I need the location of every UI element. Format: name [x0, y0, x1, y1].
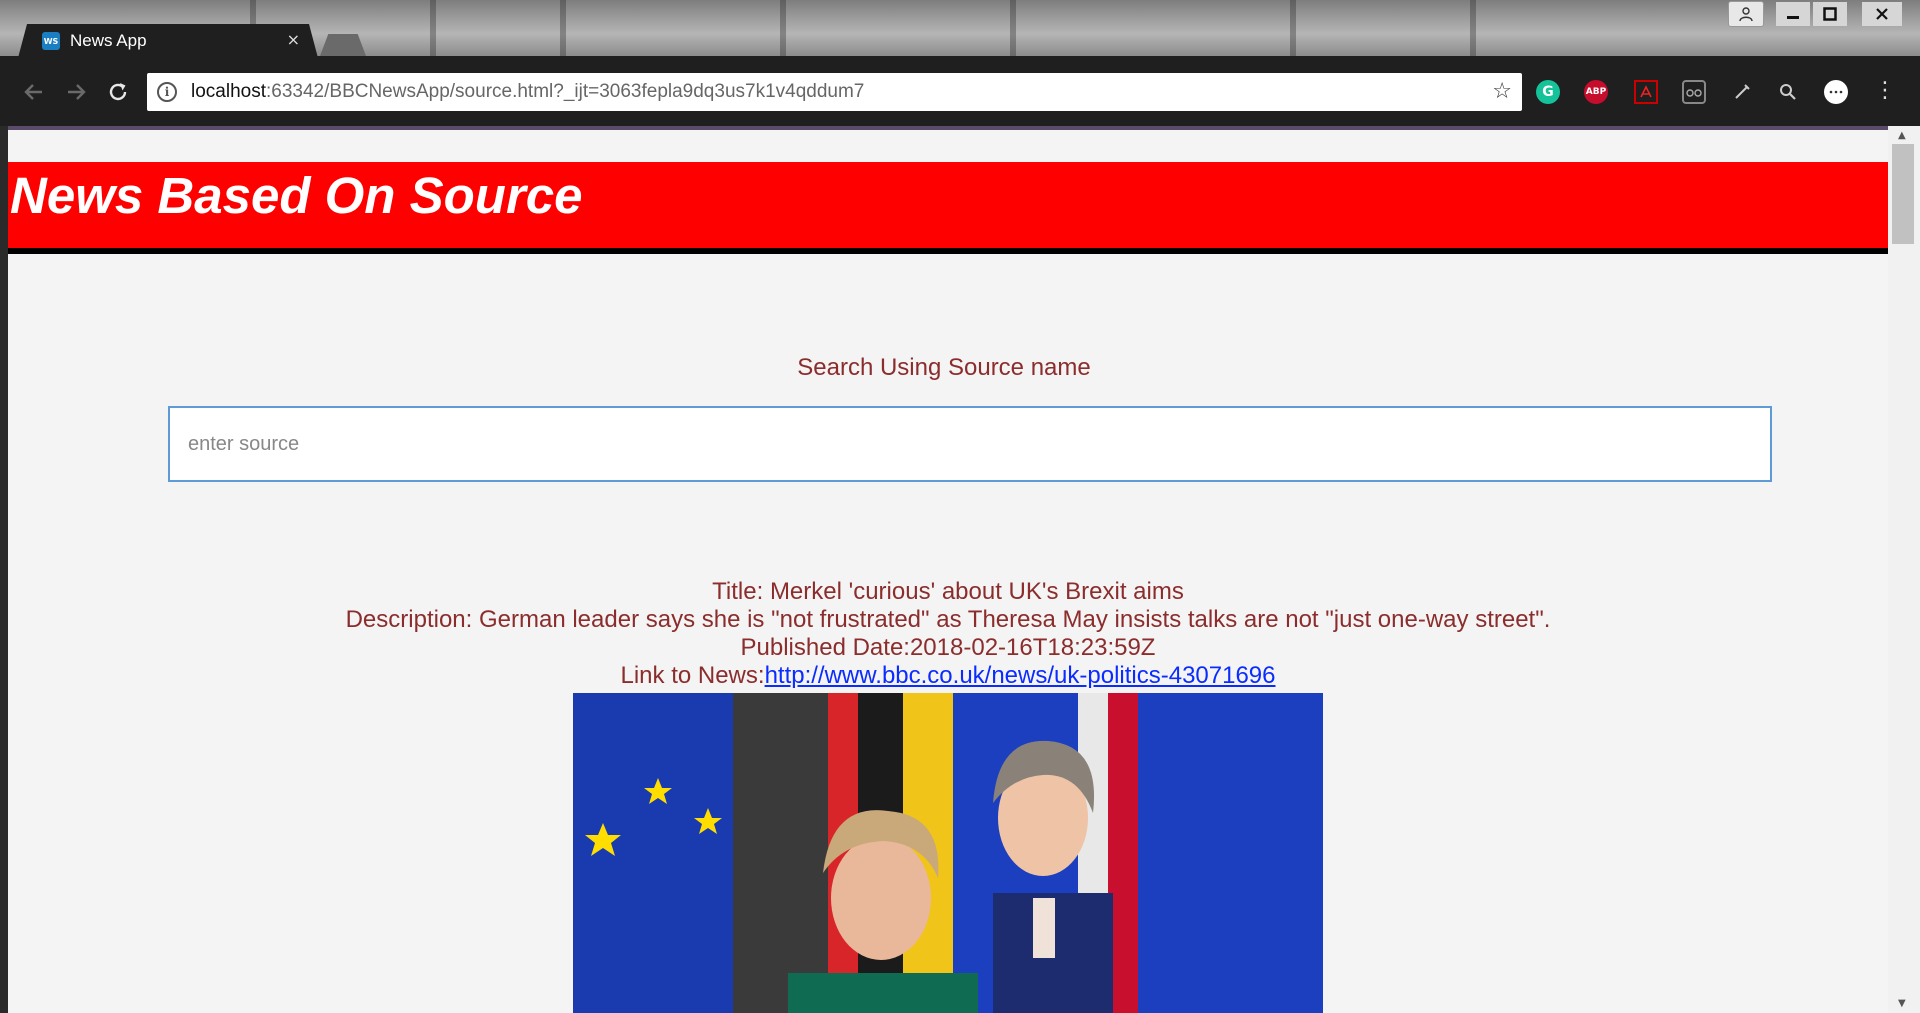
- article-description: Description: German leader says she is "…: [345, 606, 1551, 633]
- page-scrollbar[interactable]: ▲ ▼: [1888, 126, 1920, 1013]
- pdf-icon[interactable]: [1634, 80, 1658, 104]
- grammarly-icon[interactable]: G: [1536, 80, 1560, 104]
- minimize-icon: [1787, 16, 1799, 19]
- profile-button[interactable]: [1728, 1, 1764, 27]
- address-bar[interactable]: i localhost:63342/BBCNewsApp/source.html…: [147, 73, 1522, 111]
- new-tab-button[interactable]: [320, 34, 366, 56]
- kebab-menu-icon[interactable]: ⋮: [1874, 78, 1896, 103]
- article-link[interactable]: http://www.bbc.co.uk/news/uk-politics-43…: [765, 662, 1276, 689]
- article-published-date: Published Date:2018-02-16T18:23:59Z: [740, 634, 1156, 661]
- source-search-input[interactable]: [168, 406, 1772, 482]
- url-path: :63342/BBCNewsApp/source.html?_ijt=3063f…: [266, 81, 865, 102]
- article-link-line: Link to News:http://www.bbc.co.uk/news/u…: [8, 662, 1888, 690]
- acrobat-icon: [1640, 85, 1652, 98]
- browser-tab-active[interactable]: WS News App ×: [18, 24, 318, 56]
- forward-button[interactable]: [62, 78, 90, 106]
- webstorm-favicon-icon: WS: [42, 32, 60, 50]
- pen-shape-icon: [1735, 84, 1750, 99]
- magnifier-icon: [1780, 84, 1796, 100]
- scroll-up-arrow-icon[interactable]: ▲: [1898, 130, 1906, 141]
- background-decoration: [430, 0, 436, 56]
- article-image: [573, 693, 1323, 1013]
- page-viewport: News Based On Source Search Using Source…: [8, 126, 1888, 1013]
- article-title: Title: Merkel 'curious' about UK's Brexi…: [712, 578, 1184, 605]
- scroll-down-arrow-icon[interactable]: ▼: [1898, 998, 1906, 1009]
- close-icon: [1876, 8, 1888, 20]
- pen-icon[interactable]: [1730, 80, 1754, 104]
- url-host: localhost: [191, 81, 266, 102]
- tab-title: News App: [70, 31, 147, 50]
- person-icon: [1739, 7, 1753, 22]
- article-link-prefix: Link to News:: [620, 662, 765, 689]
- background-decoration: [1470, 0, 1476, 56]
- bookmark-star-icon[interactable]: ☆: [1492, 79, 1512, 104]
- ellipsis-icon: [1829, 90, 1843, 94]
- background-decoration: [560, 0, 566, 56]
- background-decoration: [1290, 0, 1296, 56]
- glasses-shape-icon: [1686, 89, 1702, 97]
- glasses-icon[interactable]: [1682, 80, 1706, 104]
- page-header: News Based On Source: [8, 162, 1888, 254]
- adblock-plus-icon[interactable]: ABP: [1584, 80, 1608, 104]
- browser-toolbar: i localhost:63342/BBCNewsApp/source.html…: [0, 56, 1920, 126]
- scrollbar-thumb[interactable]: [1892, 144, 1914, 244]
- maximize-button[interactable]: [1813, 2, 1847, 26]
- background-decoration: [1010, 0, 1016, 56]
- news-article: Title: Merkel 'curious' about UK's Brexi…: [8, 578, 1888, 690]
- back-button[interactable]: [20, 78, 48, 106]
- page-title: News Based On Source: [10, 167, 583, 224]
- reload-icon: [109, 83, 127, 101]
- reload-button[interactable]: [104, 78, 132, 106]
- site-info-icon[interactable]: i: [157, 82, 177, 102]
- search-label: Search Using Source name: [797, 354, 1091, 381]
- arrow-right-icon: [68, 84, 86, 100]
- arrow-left-icon: [24, 84, 42, 100]
- leaders-photo: [573, 693, 1323, 1013]
- browser-titlebar: WS News App ×: [0, 0, 1920, 56]
- page-top-strip: [8, 126, 1888, 130]
- background-decoration: [780, 0, 786, 56]
- search-icon[interactable]: [1776, 80, 1800, 104]
- tab-close-icon[interactable]: ×: [287, 30, 300, 49]
- window-close-button[interactable]: [1862, 2, 1902, 26]
- dots-icon[interactable]: [1824, 80, 1848, 104]
- url-text: localhost:63342/BBCNewsApp/source.html?_…: [191, 81, 864, 103]
- maximize-icon: [1823, 7, 1837, 21]
- minimize-button[interactable]: [1776, 2, 1810, 26]
